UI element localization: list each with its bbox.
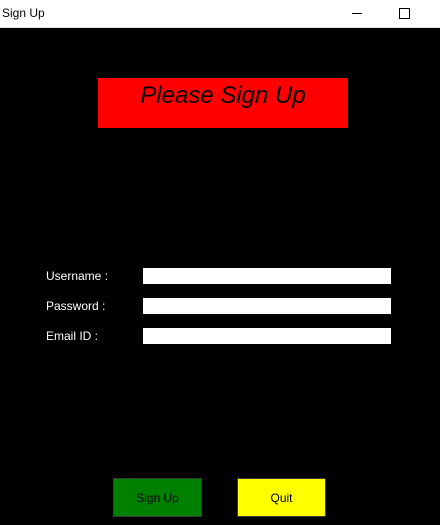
signup-heading: Please Sign Up	[98, 78, 348, 128]
email-label: Email ID :	[46, 329, 99, 343]
maximize-icon	[398, 8, 410, 19]
password-input[interactable]	[143, 298, 391, 314]
password-label: Password :	[46, 299, 106, 313]
email-input[interactable]	[143, 328, 391, 344]
title-bar: Sign Up	[0, 0, 440, 28]
username-input[interactable]	[143, 268, 391, 284]
maximize-button[interactable]	[381, 0, 427, 27]
window-title: Sign Up	[2, 6, 45, 20]
quit-button[interactable]: Quit	[237, 478, 326, 517]
minimize-icon	[352, 13, 362, 14]
username-label: Username :	[46, 269, 109, 283]
minimize-button[interactable]	[334, 0, 380, 27]
window-content: Please Sign Up Username : Password : Ema…	[0, 28, 440, 525]
signup-button[interactable]: Sign Up	[113, 478, 202, 517]
